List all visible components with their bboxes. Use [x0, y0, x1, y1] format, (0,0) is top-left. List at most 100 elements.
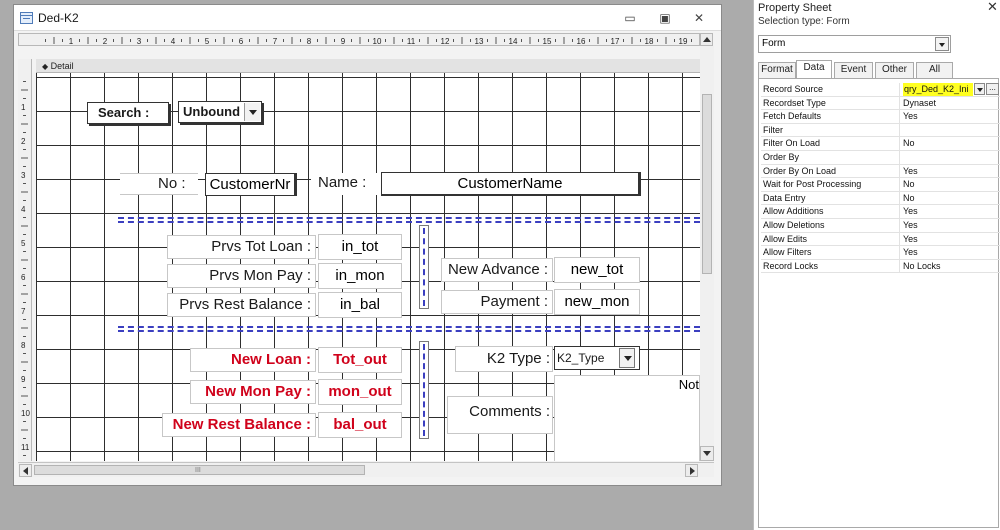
property-name: Allow Edits	[763, 232, 900, 246]
window-titlebar: Ded-K2 ▭ ▣ ✕	[14, 5, 721, 31]
vertical-line-upper[interactable]	[419, 225, 429, 309]
in-tot-field[interactable]: in_tot	[318, 234, 402, 260]
property-name: Record Source	[763, 83, 900, 96]
vertical-ruler-number: 1	[21, 103, 26, 112]
comments-label[interactable]: Comments :	[447, 396, 553, 434]
horizontal-scroll-thumb[interactable]: III	[34, 465, 365, 475]
tab-event[interactable]: Event	[834, 62, 873, 78]
customer-name-field[interactable]: CustomerName	[381, 172, 641, 196]
new-mon-field[interactable]: new_mon	[554, 289, 640, 315]
mon-out-field[interactable]: mon_out	[318, 379, 402, 405]
notes-field-label: Not	[678, 377, 699, 392]
in-bal-field[interactable]: in_bal	[318, 292, 402, 318]
tab-all[interactable]: All	[916, 62, 953, 78]
property-row[interactable]: Record Locks No Locks	[761, 259, 1000, 274]
horizontal-scrollbar[interactable]: III	[18, 462, 714, 477]
new-advance-label[interactable]: New Advance :	[441, 258, 553, 282]
property-value[interactable]: No	[903, 192, 998, 205]
ruler-number: 5	[205, 37, 210, 46]
close-icon[interactable]: ✕	[987, 0, 998, 15]
chevron-down-icon[interactable]	[935, 37, 949, 51]
tot-out-field[interactable]: Tot_out	[318, 347, 402, 373]
payment-label[interactable]: Payment :	[441, 290, 553, 314]
property-row[interactable]: Allow Additions Yes	[761, 205, 1000, 219]
vertical-scrollbar[interactable]	[700, 46, 714, 461]
property-name: Data Entry	[763, 191, 900, 205]
new-loan-label[interactable]: New Loan :	[190, 348, 316, 372]
window-title: Ded-K2	[38, 11, 79, 25]
new-tot-field[interactable]: new_tot	[554, 257, 640, 283]
detail-section-bar[interactable]: ◆ Detail	[36, 59, 700, 73]
minimize-button[interactable]: ▭	[619, 8, 641, 28]
property-value[interactable]: No	[903, 137, 998, 150]
k2-type-combo[interactable]: K2_Type	[554, 346, 640, 370]
customer-nr-field[interactable]: CustomerNr	[205, 173, 297, 196]
scroll-up-button[interactable]	[700, 33, 713, 46]
form-icon	[20, 12, 33, 24]
property-row[interactable]: Allow Deletions Yes	[761, 218, 1000, 233]
ruler-number: 10	[373, 37, 382, 46]
prvs-mon-pay-label[interactable]: Prvs Mon Pay :	[167, 264, 316, 288]
property-value[interactable]: Yes	[903, 219, 998, 232]
builder-button[interactable]: ...	[986, 83, 999, 95]
property-row[interactable]: Fetch Defaults Yes	[761, 110, 1000, 124]
tab-other[interactable]: Other	[875, 62, 914, 78]
property-value[interactable]: Yes	[903, 205, 998, 218]
separator-line-top[interactable]	[118, 217, 700, 223]
no-label[interactable]: No :	[120, 173, 198, 195]
property-value[interactable]: No	[903, 178, 998, 191]
prvs-tot-loan-label[interactable]: Prvs Tot Loan :	[167, 235, 316, 259]
property-name: Filter	[763, 123, 900, 137]
property-value[interactable]	[903, 151, 998, 164]
property-row[interactable]: Allow Filters Yes	[761, 246, 1000, 260]
tab-format[interactable]: Format	[758, 62, 796, 78]
record-source-value[interactable]: qry_Ded_K2_Ini	[903, 83, 973, 96]
property-value[interactable]	[903, 124, 998, 137]
new-rest-balance-label[interactable]: New Rest Balance :	[162, 413, 316, 437]
property-value[interactable]: Dynaset	[903, 97, 998, 110]
close-button[interactable]: ✕	[688, 8, 710, 28]
prvs-rest-balance-label[interactable]: Prvs Rest Balance :	[167, 293, 316, 317]
search-label[interactable]: Search :	[87, 102, 169, 124]
property-value[interactable]: Yes	[903, 165, 998, 178]
vertical-ruler-number: 4	[21, 205, 26, 214]
separator-line-bottom[interactable]	[118, 326, 700, 332]
tab-data[interactable]: Data	[796, 60, 832, 78]
scroll-right-button[interactable]	[685, 464, 698, 477]
vertical-ruler-number: 7	[21, 307, 26, 316]
chevron-down-icon[interactable]	[244, 103, 260, 121]
property-row[interactable]: Data Entry No	[761, 191, 1000, 206]
chevron-down-icon[interactable]	[974, 83, 985, 95]
property-value[interactable]: Yes	[903, 246, 998, 259]
design-canvas[interactable]: Search : Unbound No : CustomerNr Name : …	[36, 73, 700, 461]
property-row[interactable]: Filter On Load No	[761, 137, 1000, 151]
property-row[interactable]: Allow Edits Yes	[761, 232, 1000, 247]
property-value[interactable]: Yes	[903, 233, 998, 246]
property-row[interactable]: Order By	[761, 150, 1000, 165]
horizontal-ruler[interactable]: 1 2 3 4 5 6 7 8 9 10 11 12 13 14 15 16 17 18 19	[18, 33, 700, 46]
ruler-number: 7	[273, 37, 278, 46]
property-row[interactable]: Order By On Load Yes	[761, 164, 1000, 179]
k2-type-label[interactable]: K2 Type :	[455, 346, 553, 372]
in-mon-field[interactable]: in_mon	[318, 263, 402, 289]
notes-field[interactable]: Not	[554, 375, 700, 461]
vertical-scroll-thumb[interactable]	[702, 94, 712, 274]
scroll-left-button[interactable]	[19, 464, 32, 477]
bal-out-field[interactable]: bal_out	[318, 412, 402, 438]
property-row[interactable]: Record Source qry_Ded_K2_Ini...	[761, 83, 1000, 97]
property-row[interactable]: Recordset Type Dynaset	[761, 96, 1000, 111]
chevron-down-icon[interactable]	[619, 348, 635, 368]
vertical-ruler[interactable]: 1 2 3 4 5 6 7 8 9 10 11	[18, 59, 32, 461]
property-value[interactable]: No Locks	[903, 260, 998, 273]
vertical-line-lower[interactable]	[419, 341, 429, 439]
access-design-workspace: Ded-K2 ▭ ▣ ✕ 1 2 3 4 5 6 7 8 9 10 11 12 13 14 15 16 17 18…	[0, 0, 1000, 530]
search-combo[interactable]: Unbound	[178, 101, 262, 123]
name-label[interactable]: Name :	[311, 173, 381, 195]
restore-button[interactable]: ▣	[654, 8, 676, 28]
scroll-down-button[interactable]	[700, 446, 714, 461]
property-row[interactable]: Wait for Post Processing No	[761, 178, 1000, 192]
property-row[interactable]: Filter	[761, 123, 1000, 138]
object-selector[interactable]: Form	[758, 35, 951, 53]
new-mon-pay-label[interactable]: New Mon Pay :	[190, 380, 316, 404]
property-value[interactable]: Yes	[903, 110, 998, 123]
